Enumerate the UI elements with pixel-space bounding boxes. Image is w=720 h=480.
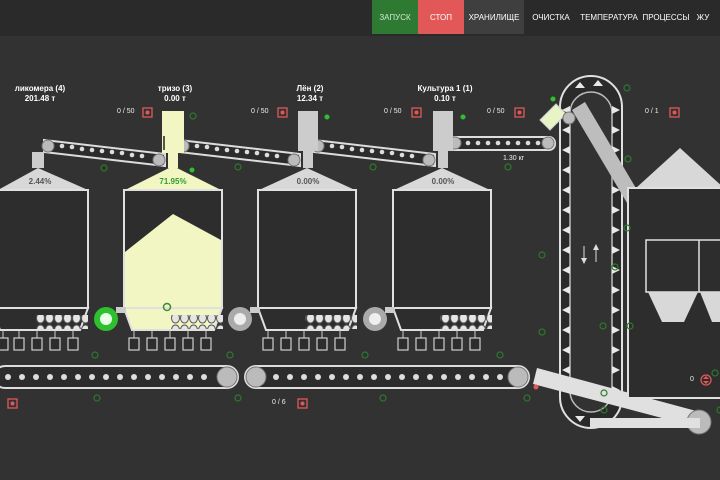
top-conveyor-3[interactable] bbox=[311, 138, 436, 168]
plant-scheme bbox=[0, 75, 720, 435]
silo-4-counter: 0 / 50 bbox=[487, 108, 505, 115]
silo-3-weight: 12.34 т bbox=[296, 94, 324, 103]
silo-1-weight: 201.48 т bbox=[24, 94, 56, 103]
silo-2-name: тризо (3) bbox=[157, 84, 193, 93]
bottom-conveyor-1[interactable] bbox=[0, 365, 239, 389]
top-conveyor-1[interactable] bbox=[41, 138, 166, 168]
fan-1[interactable] bbox=[94, 307, 126, 331]
bottom-conveyor-2[interactable] bbox=[244, 365, 530, 389]
right-silo[interactable] bbox=[627, 148, 720, 399]
elevator-counter: 0 / 1 bbox=[645, 108, 659, 115]
silo-1-name: ликомера (4) bbox=[14, 84, 66, 93]
top-conveyor-4[interactable] bbox=[448, 136, 556, 151]
silo-1-counter: 0 / 50 bbox=[117, 108, 135, 115]
outlet-pipes bbox=[2, 330, 476, 338]
auger-3 bbox=[305, 315, 357, 329]
outlet-gates[interactable] bbox=[0, 337, 481, 351]
silo-4-fill: 0.00% bbox=[431, 177, 455, 186]
silo-2-counter: 0 / 50 bbox=[251, 108, 269, 115]
silo-3-fill: 0.00% bbox=[296, 177, 320, 186]
silo-3-counter: 0 / 50 bbox=[384, 108, 402, 115]
silo-4-name: Культура 1 (1) bbox=[417, 84, 473, 93]
bottom-counter: 0 / 6 bbox=[272, 399, 286, 406]
silo-4-weight: 0.10 т bbox=[434, 94, 456, 103]
auger-4 bbox=[440, 315, 492, 329]
right-value: 0 bbox=[690, 376, 694, 383]
auger-1 bbox=[36, 315, 88, 329]
fan-2[interactable] bbox=[228, 307, 260, 331]
conveyor-weight: 1.30 кг bbox=[503, 155, 525, 162]
silo-1-fill: 2.44% bbox=[28, 177, 52, 186]
silo-2-fill: 71.95% bbox=[159, 177, 187, 186]
silo-2-weight: 0.00 т bbox=[164, 94, 186, 103]
top-conveyor-2[interactable] bbox=[176, 138, 301, 168]
fan-3[interactable] bbox=[363, 307, 395, 331]
auger-2 bbox=[171, 315, 223, 329]
silo-3-name: Лён (2) bbox=[296, 84, 324, 93]
